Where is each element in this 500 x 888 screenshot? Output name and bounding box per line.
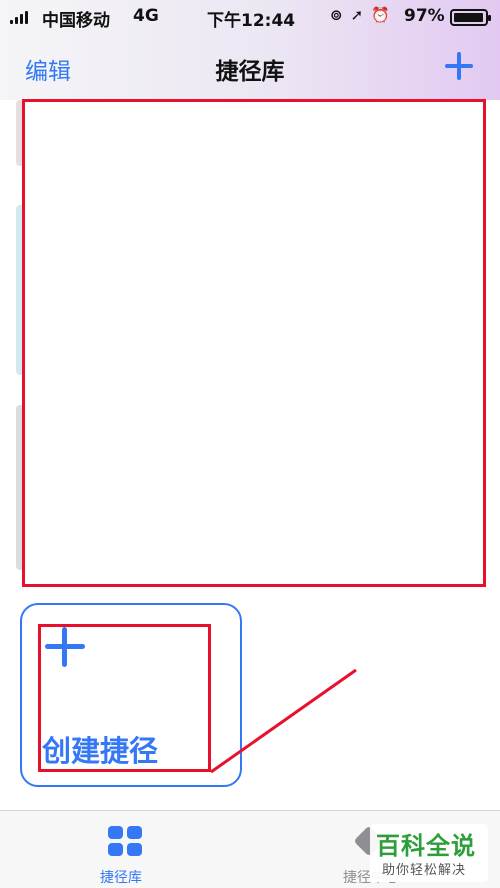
network-type: 4G: [133, 6, 159, 26]
annotation-highlight-box: [38, 624, 211, 772]
signal-icon: [10, 11, 28, 24]
page-title: 捷径库: [215, 59, 285, 85]
carrier-label: 中国移动: [42, 11, 110, 31]
library-grid-icon[interactable]: [108, 826, 142, 856]
add-shortcut-button[interactable]: [443, 50, 475, 82]
rotation-lock-icon: ⊚: [330, 6, 343, 24]
status-bar: 中国移动 4G 下午12:44 ⊚ ➚ ⏰ 97%: [0, 0, 500, 34]
tab-library[interactable]: 捷径库: [100, 867, 142, 887]
status-time: 下午12:44: [207, 11, 296, 31]
battery-fill: [454, 13, 483, 22]
battery-percent: 97%: [404, 6, 445, 26]
watermark-title: 百科全说: [376, 832, 476, 860]
annotation-cover-box: [22, 99, 486, 587]
watermark-subtitle: 助你轻松解决: [382, 863, 467, 878]
location-icon: ➚: [350, 6, 364, 24]
alarm-icon: ⏰: [371, 6, 390, 24]
battery-icon: [450, 9, 491, 26]
